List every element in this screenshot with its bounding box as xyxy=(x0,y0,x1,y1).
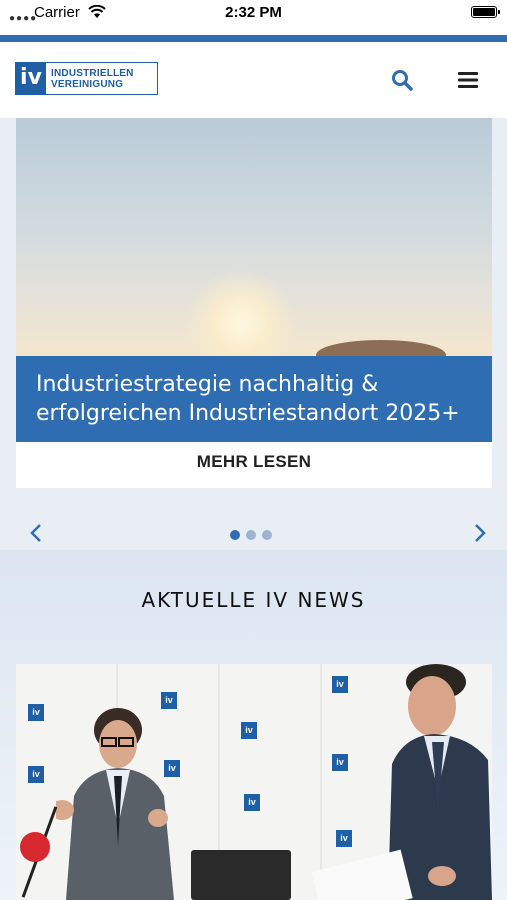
site-header: iv INDUSTRIELLEN VEREINIGUNG xyxy=(0,42,507,118)
backdrop-logo: iv xyxy=(28,766,44,783)
slide-caption: Industriestrategie nachhaltig & erfolgre… xyxy=(16,356,492,442)
slide-card[interactable]: Industriestrategie nachhaltig & erfolgre… xyxy=(16,118,492,488)
chevron-left-icon[interactable] xyxy=(30,523,42,543)
news-article-image[interactable]: iv iv iv iv iv iv iv iv iv xyxy=(16,664,492,900)
clock-label: 2:32 PM xyxy=(225,4,282,21)
logo-text: INDUSTRIELLEN VEREINIGUNG xyxy=(51,68,134,90)
laptop xyxy=(191,850,291,900)
menu-icon[interactable] xyxy=(457,71,479,89)
top-accent-bar xyxy=(0,35,507,42)
microphone-icon xyxy=(20,832,50,862)
status-bar: ●●●● Carrier 2:32 PM xyxy=(0,0,507,34)
news-section-title: AKTUELLE IV NEWS xyxy=(141,588,366,612)
read-more-link[interactable]: MEHR LESEN xyxy=(16,452,492,472)
backdrop-logo: iv xyxy=(332,676,348,693)
chevron-right-icon[interactable] xyxy=(474,523,486,543)
backdrop-logo: iv xyxy=(241,722,257,739)
backdrop-logo: iv xyxy=(332,754,348,771)
backdrop-logo: iv xyxy=(28,704,44,721)
slider-dot-2[interactable] xyxy=(246,530,256,540)
slider-dots xyxy=(230,527,278,545)
news-section: AKTUELLE IV NEWS iv iv iv iv iv iv iv iv… xyxy=(0,550,507,900)
backdrop-logo: iv xyxy=(244,794,260,811)
backdrop-logo: iv xyxy=(336,830,352,847)
logo-line-1: INDUSTRIELLEN xyxy=(51,68,134,79)
slider-dot-3[interactable] xyxy=(262,530,272,540)
logo-mark: iv xyxy=(16,63,46,94)
slider-nav xyxy=(0,488,507,550)
logo-line-2: VEREINIGUNG xyxy=(51,79,124,90)
slider-dot-1[interactable] xyxy=(230,530,240,540)
battery-icon xyxy=(471,6,500,18)
search-icon[interactable] xyxy=(391,69,413,91)
slide-image: Industriestrategie nachhaltig & erfolgre… xyxy=(16,118,492,442)
iv-logo[interactable]: iv INDUSTRIELLEN VEREINIGUNG xyxy=(15,62,158,95)
slide-title: Industriestrategie nachhaltig & erfolgre… xyxy=(36,372,460,426)
hero-slider: Industriestrategie nachhaltig & erfolgre… xyxy=(0,118,507,550)
